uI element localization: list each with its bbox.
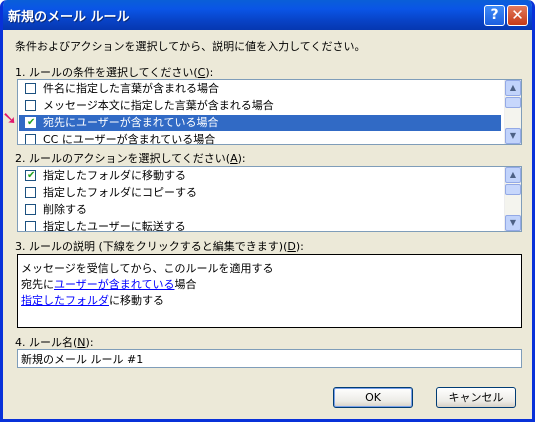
scroll-thumb[interactable] [505,184,521,195]
checkmark-icon: ✔ [27,117,36,128]
condition-item[interactable]: メッセージ本文に指定した言葉が含まれる場合 [19,98,501,114]
actions-scrollbar[interactable]: ▲ ▼ [504,167,521,231]
action-item[interactable]: 削除する [19,202,501,218]
title-bar[interactable]: 新規のメール ルール ? ✕ [3,0,532,30]
actions-list[interactable]: 指定したユーザーに転送する 削除する 指定したフォルダにコピーする ✔ 指定したフォルダ… [17,166,522,232]
action-item-label: 指定したユーザーに転送する [43,220,186,232]
conditions-label: 1. ルールの条件を選択してください(C): [15,66,214,79]
checkmark-icon: ✔ [27,170,36,181]
condition-item[interactable]: ✔ 宛先にユーザーが含まれている場合 [19,115,501,131]
conditions-scrollbar[interactable]: ▲ ▼ [504,80,521,144]
description-text: 場合 [174,278,197,291]
close-button[interactable]: ✕ [507,5,528,26]
actions-label: 2. ルールのアクションを選択してください(A): [15,152,246,165]
condition-item[interactable]: 件名に指定した言葉が含まれる場合 [19,81,501,97]
checkbox[interactable]: ✔ [25,117,36,128]
action-item[interactable]: 指定したフォルダにコピーする [19,185,501,201]
ok-button[interactable]: OK [333,387,413,408]
description-text: 宛先に [21,278,54,291]
new-mail-rule-dialog: 新規のメール ルール ? ✕ 条件およびアクションを選択してから、説明に値を入力… [0,0,535,422]
description-text: に移動する [109,294,164,307]
action-item[interactable]: ✔ 指定したフォルダに移動する [19,168,501,184]
condition-item-label: 件名に指定した言葉が含まれる場合 [43,82,219,95]
conditions-list[interactable]: CC にユーザーが含まれている場合 ✔ 宛先にユーザーが含まれている場合 メッセージ本… [17,79,522,145]
scroll-up-button[interactable]: ▲ [505,167,521,183]
checkbox[interactable] [25,100,36,111]
description-label: 3. ルールの説明 (下線をクリックすると編集できます)(D): [15,240,304,253]
scroll-thumb[interactable] [505,97,521,108]
condition-item[interactable]: CC にユーザーが含まれている場合 [19,132,501,145]
description-line: 宛先にユーザーが含まれている場合 [21,276,196,292]
rule-description-box: メッセージを受信してから、このルールを適用する 宛先にユーザーが含まれている場合… [17,254,522,328]
instruction-text: 条件およびアクションを選択してから、説明に値を入力してください。 [15,40,366,53]
description-line: メッセージを受信してから、このルールを適用する [21,262,274,275]
rule-name-input[interactable] [17,349,522,368]
action-item-label: 削除する [43,203,87,216]
rule-name-label: 4. ルール名(N): [15,336,94,349]
scroll-down-button[interactable]: ▼ [505,215,521,231]
checkbox[interactable] [25,134,36,144]
scroll-down-button[interactable]: ▼ [505,128,521,144]
action-item-label: 指定したフォルダにコピーする [43,186,197,199]
pointer-arrow-icon: ➘ [2,108,18,129]
scroll-up-button[interactable]: ▲ [505,80,521,96]
checkbox[interactable] [25,221,36,231]
checkbox[interactable]: ✔ [25,170,36,181]
description-line: 指定したフォルダに移動する [21,292,164,308]
recipient-users-link[interactable]: ユーザーが含まれている [54,278,174,291]
condition-item-label: 宛先にユーザーが含まれている場合 [43,116,219,129]
window-title: 新規のメール ルール [8,10,130,25]
condition-item-label: メッセージ本文に指定した言葉が含まれる場合 [43,99,274,112]
action-item[interactable]: 指定したユーザーに転送する [19,219,501,232]
target-folder-link[interactable]: 指定したフォルダ [21,294,109,307]
checkbox[interactable] [25,204,36,215]
cancel-button[interactable]: キャンセル [436,387,516,408]
checkbox[interactable] [25,83,36,94]
condition-item-label: CC にユーザーが含まれている場合 [43,133,216,145]
action-item-label: 指定したフォルダに移動する [43,169,186,182]
checkbox[interactable] [25,187,36,198]
help-button[interactable]: ? [484,5,505,26]
